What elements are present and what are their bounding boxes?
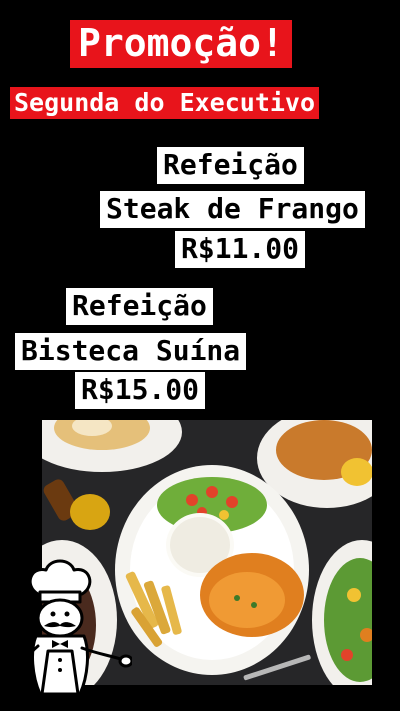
- meal-2-label: Refeição: [66, 288, 213, 325]
- meal-1-name: Steak de Frango: [100, 191, 365, 228]
- meal-1-label: Refeição: [157, 147, 304, 184]
- meal-1-price: R$11.00: [175, 231, 306, 268]
- chef-mascot-icon: [8, 556, 134, 706]
- meal-2-price: R$15.00: [75, 372, 206, 409]
- meal-2-name: Bisteca Suína: [15, 333, 247, 370]
- promo-title: Promoção!: [70, 20, 292, 68]
- promo-subtitle: Segunda do Executivo: [10, 87, 320, 119]
- chef-mascot-illustration: [23, 559, 134, 706]
